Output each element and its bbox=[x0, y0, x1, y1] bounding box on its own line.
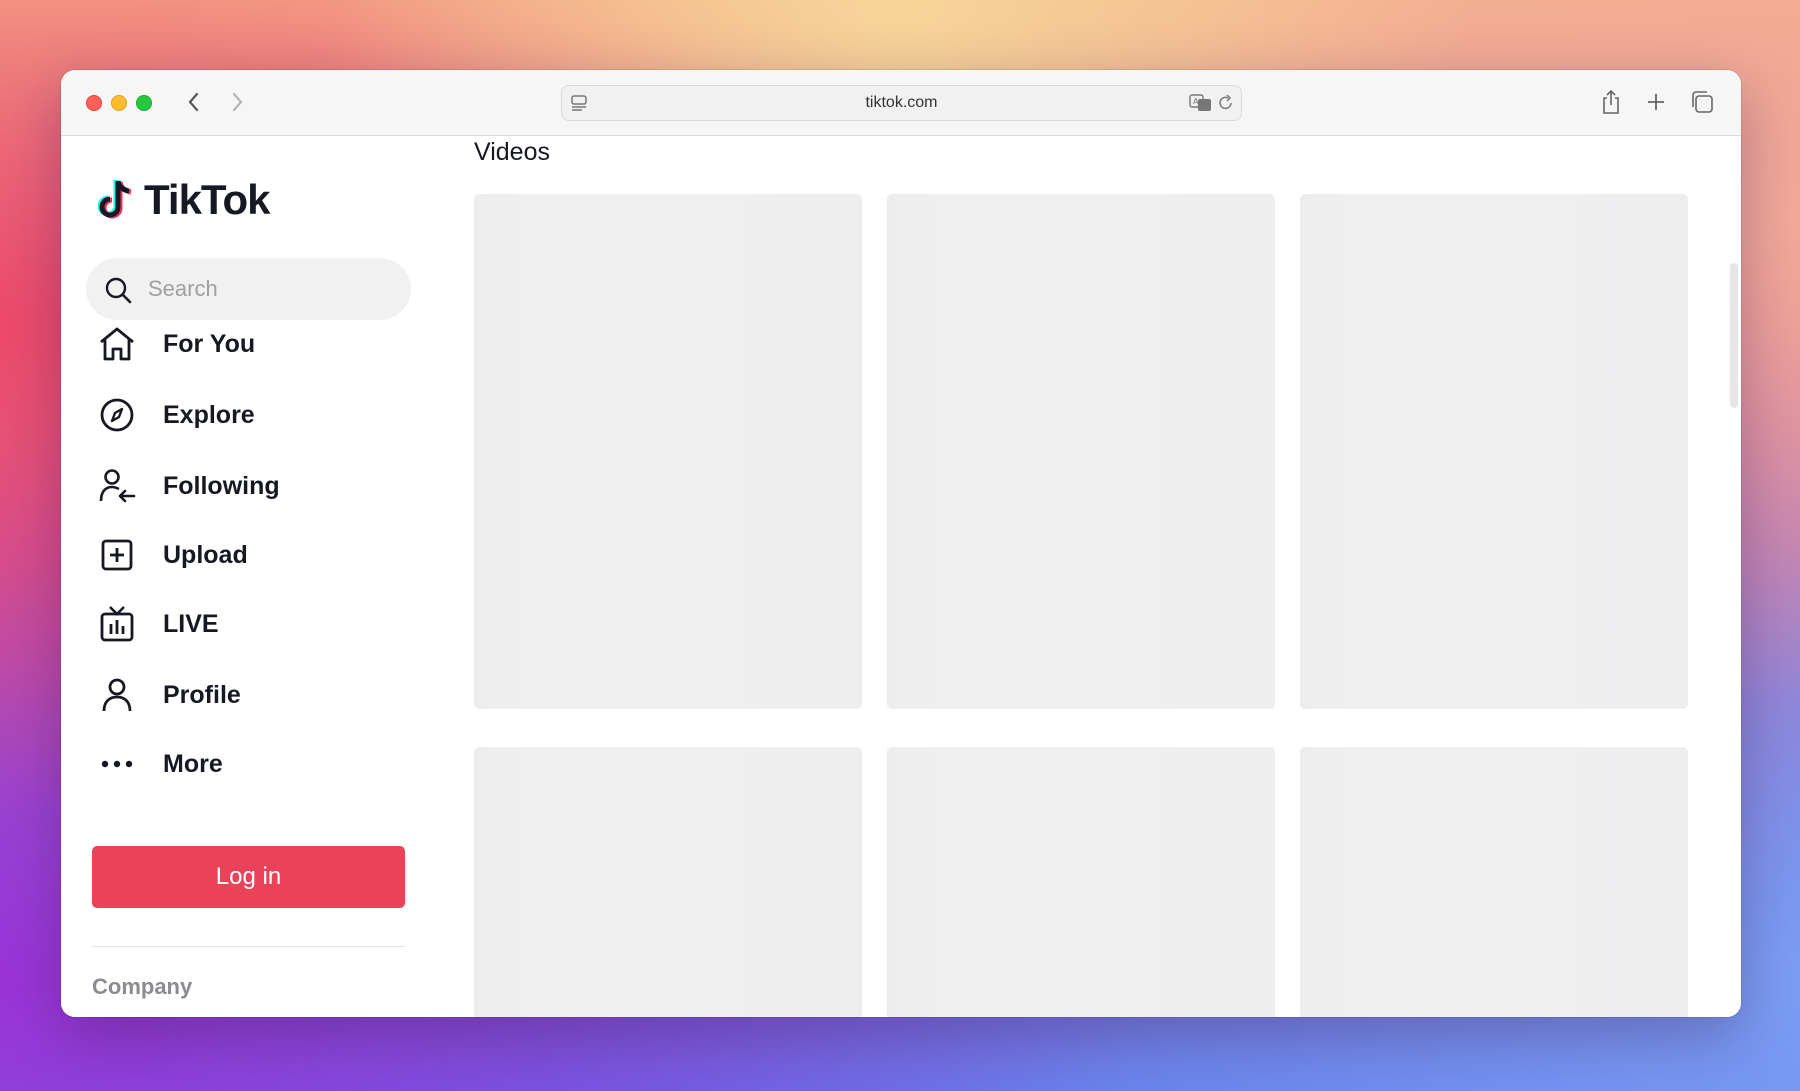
zoom-window-button[interactable] bbox=[136, 95, 152, 111]
page-scrollbar[interactable] bbox=[1730, 263, 1738, 408]
video-placeholder[interactable] bbox=[887, 194, 1275, 709]
more-icon bbox=[97, 744, 137, 784]
sidebar-divider bbox=[92, 946, 405, 947]
browser-window: tiktok.com A TikTok Search For You Explo… bbox=[61, 70, 1741, 1017]
section-title: Videos bbox=[474, 138, 550, 166]
video-placeholder[interactable] bbox=[1300, 194, 1688, 709]
video-placeholder[interactable] bbox=[474, 747, 862, 1017]
browser-toolbar: tiktok.com A bbox=[61, 70, 1741, 136]
logo-text: TikTok bbox=[144, 176, 270, 223]
main-content: Videos bbox=[474, 136, 1741, 1017]
minimize-window-button[interactable] bbox=[111, 95, 127, 111]
video-placeholder[interactable] bbox=[887, 747, 1275, 1017]
live-tv-icon bbox=[97, 604, 137, 644]
sidebar: TikTok For You Explore bbox=[61, 136, 461, 1017]
nav-label: Following bbox=[163, 471, 280, 500]
tabs-icon bbox=[1692, 91, 1713, 113]
nav-label: Explore bbox=[163, 400, 255, 429]
svg-text:A: A bbox=[1193, 97, 1199, 106]
login-button[interactable]: Log in bbox=[92, 846, 405, 908]
search-input[interactable] bbox=[148, 258, 398, 320]
reload-icon[interactable] bbox=[1217, 94, 1235, 117]
address-bar[interactable]: tiktok.com A bbox=[561, 85, 1242, 121]
company-link[interactable]: Company bbox=[92, 974, 192, 1000]
back-button[interactable] bbox=[180, 88, 208, 116]
nav-following[interactable]: Following bbox=[97, 462, 427, 510]
tiktok-note-icon bbox=[98, 179, 132, 219]
profile-icon bbox=[97, 675, 137, 715]
chevron-left-icon bbox=[188, 92, 199, 112]
nav-for-you[interactable]: For You bbox=[97, 320, 427, 368]
close-window-button[interactable] bbox=[86, 95, 102, 111]
video-placeholder[interactable] bbox=[1300, 747, 1688, 1017]
nav-label: Profile bbox=[163, 680, 241, 709]
new-tab-button[interactable] bbox=[1642, 88, 1670, 116]
home-icon bbox=[97, 324, 137, 364]
tiktok-logo[interactable]: TikTok bbox=[98, 176, 270, 224]
translate-icon[interactable]: A bbox=[1189, 94, 1213, 117]
search-icon bbox=[104, 276, 132, 309]
tab-overview-button[interactable] bbox=[1688, 88, 1716, 116]
nav-label: Upload bbox=[163, 540, 248, 569]
upload-icon bbox=[97, 535, 137, 575]
nav-explore[interactable]: Explore bbox=[97, 391, 427, 439]
nav-label: LIVE bbox=[163, 609, 219, 638]
url-text[interactable]: tiktok.com bbox=[562, 86, 1241, 120]
nav-more[interactable]: More bbox=[97, 740, 427, 788]
search-bar[interactable] bbox=[86, 258, 411, 320]
nav-label: For You bbox=[163, 329, 256, 358]
nav-label: More bbox=[163, 749, 223, 778]
plus-icon bbox=[1648, 94, 1664, 110]
forward-button[interactable] bbox=[223, 88, 251, 116]
share-icon bbox=[1603, 89, 1619, 114]
following-icon bbox=[97, 466, 137, 506]
page-content: TikTok For You Explore bbox=[61, 136, 1741, 1017]
nav-live[interactable]: LIVE bbox=[97, 600, 427, 648]
compass-icon bbox=[97, 395, 137, 435]
video-placeholder[interactable] bbox=[474, 194, 862, 709]
share-button[interactable] bbox=[1597, 88, 1625, 116]
nav-upload[interactable]: Upload bbox=[97, 531, 427, 579]
chevron-right-icon bbox=[232, 92, 243, 112]
nav-profile[interactable]: Profile bbox=[97, 671, 427, 719]
